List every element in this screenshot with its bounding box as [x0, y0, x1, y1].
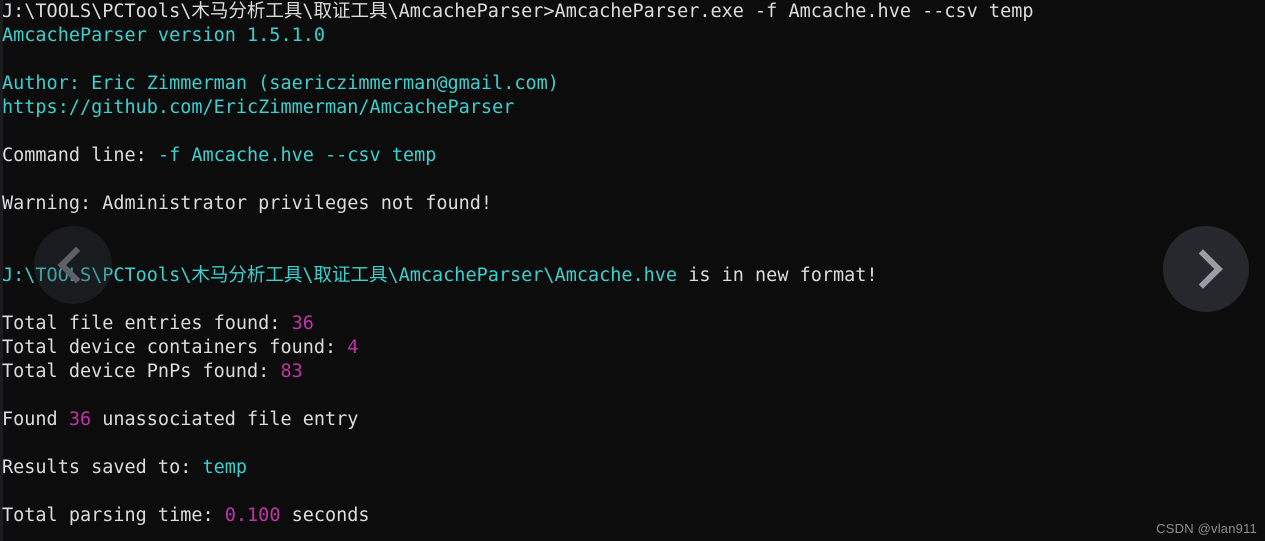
console-segment-blank-9-0 — [2, 481, 13, 502]
console-line-total-device-pnps: Total device PnPs found: 83 — [0, 360, 1265, 384]
prev-image-button[interactable] — [34, 226, 112, 304]
console-segment-total-device-pnps-0: Total device PnPs found: — [2, 361, 281, 382]
console-line-repo-url: https://github.com/EricZimmerman/Amcache… — [0, 96, 1265, 120]
console-segment-blank-3-0 — [2, 169, 13, 190]
console-line-unassociated-entries: Found 36 unassociated file entry — [0, 408, 1265, 432]
console-segment-total-parsing-time-1: 0.100 — [224, 505, 281, 526]
console-segment-warning-admin-0: Warning: Administrator privileges not fo… — [2, 193, 493, 214]
console-segment-results-saved-0: Results saved to: — [2, 457, 203, 478]
console-segment-total-parsing-time-2: seconds — [280, 505, 370, 526]
console-segment-blank-7-0 — [2, 385, 13, 406]
console-segment-hive-format-1: is in new format! — [677, 265, 878, 286]
console-line-results-saved: Results saved to: temp — [0, 456, 1265, 480]
console-line-total-parsing-time: Total parsing time: 0.100 seconds — [0, 504, 1265, 528]
console-segment-total-device-containers-1: 4 — [347, 337, 359, 358]
console-line-author: Author: Eric Zimmerman (saericzimmerman@… — [0, 72, 1265, 96]
console-segment-blank-1-0 — [2, 49, 13, 70]
console-segment-repo-url-0: https://github.com/EricZimmerman/Amcache… — [2, 97, 515, 118]
console-segment-total-file-entries-1: 36 — [291, 313, 314, 334]
console-line-version: AmcacheParser version 1.5.1.0 — [0, 24, 1265, 48]
console-segment-total-device-pnps-1: 83 — [280, 361, 303, 382]
console-line-hive-format: J:\TOOLS\PCTools\木马分析工具\取证工具\AmcachePars… — [0, 264, 1265, 288]
console-line-total-file-entries: Total file entries found: 36 — [0, 312, 1265, 336]
console-segment-command-line-0: Command line: — [2, 145, 158, 166]
console-segment-author-0: Author: Eric Zimmerman (saericzimmerman@… — [2, 73, 559, 94]
console-segment-blank-5-0 — [2, 241, 13, 262]
console-segment-blank-2-0 — [2, 121, 13, 142]
console-line-warning-admin: Warning: Administrator privileges not fo… — [0, 192, 1265, 216]
console-segment-command-line-1: -f Amcache.hve --csv temp — [157, 145, 437, 166]
console-line-command-line: Command line: -f Amcache.hve --csv temp — [0, 144, 1265, 168]
next-image-button[interactable] — [1163, 226, 1249, 312]
console-segment-unassociated-entries-1: 36 — [68, 409, 92, 430]
console-line-blank-7 — [0, 384, 1265, 408]
console-window: J:\TOOLS\PCTools\木马分析工具\取证工具\AmcachePars… — [0, 0, 1265, 541]
console-segment-unassociated-entries-2: unassociated file entry — [91, 409, 359, 430]
console-line-blank-4 — [0, 216, 1265, 240]
console-segment-blank-6-0 — [2, 289, 13, 310]
console-segment-total-parsing-time-0: Total parsing time: — [2, 505, 225, 526]
console-line-total-device-containers: Total device containers found: 4 — [0, 336, 1265, 360]
console-segment-prompt-command-0: J:\TOOLS\PCTools\木马分析工具\取证工具\AmcachePars… — [2, 1, 1034, 22]
console-line-blank-2 — [0, 120, 1265, 144]
console-segment-results-saved-1: temp — [202, 457, 248, 478]
console-line-blank-1 — [0, 48, 1265, 72]
chevron-right-icon — [1183, 249, 1223, 289]
console-segment-total-device-containers-0: Total device containers found: — [2, 337, 348, 358]
console-segment-total-file-entries-0: Total file entries found: — [2, 313, 292, 334]
console-segment-unassociated-entries-0: Found — [2, 409, 69, 430]
console-line-blank-3 — [0, 168, 1265, 192]
console-line-blank-8 — [0, 432, 1265, 456]
console-line-blank-5 — [0, 240, 1265, 264]
console-segment-version-0: AmcacheParser version 1.5.1.0 — [2, 25, 326, 46]
watermark-label: CSDN @vlan911 — [1156, 521, 1257, 536]
console-line-prompt-command: J:\TOOLS\PCTools\木马分析工具\取证工具\AmcachePars… — [0, 0, 1265, 24]
console-output: J:\TOOLS\PCTools\木马分析工具\取证工具\AmcachePars… — [0, 0, 1265, 528]
console-line-blank-9 — [0, 480, 1265, 504]
console-line-blank-6 — [0, 288, 1265, 312]
console-segment-blank-8-0 — [2, 433, 13, 454]
chevron-left-icon — [57, 246, 95, 284]
console-segment-blank-4-0 — [2, 217, 13, 238]
